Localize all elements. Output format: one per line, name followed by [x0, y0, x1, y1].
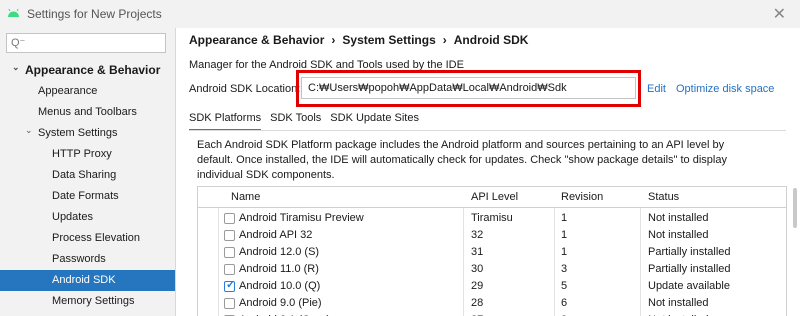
row-checkbox[interactable]	[224, 264, 235, 275]
row-checkbox[interactable]	[224, 298, 235, 309]
edit-link[interactable]: Edit	[647, 83, 666, 95]
sidebar-item-passwords[interactable]: Passwords	[0, 249, 175, 270]
cell-status: Not installed	[648, 312, 709, 316]
title-bar: Settings for New Projects ✕	[0, 0, 800, 28]
column-header-name[interactable]: Name	[231, 187, 260, 207]
sdk-location-label: Android SDK Location:	[189, 83, 301, 95]
cell-status: Not installed	[648, 229, 709, 241]
cell-revision: 3	[561, 312, 567, 316]
cell-revision: 5	[561, 280, 568, 292]
breadcrumb: Appearance & Behavior › System Settings › An…	[189, 33, 528, 47]
sidebar-item-android-sdk[interactable]: Android SDK	[0, 270, 175, 291]
row-checkbox[interactable]	[224, 230, 235, 241]
cell-revision: 3	[561, 263, 568, 275]
optimize-disk-space-link[interactable]: Optimize disk space	[676, 83, 774, 95]
tab-sdk-platforms[interactable]: SDK Platforms	[189, 108, 262, 131]
table-row[interactable]: ✓ Android 10.0 (Q) 29 5 Update available	[198, 278, 786, 295]
sidebar-item-updates[interactable]: Updates	[0, 207, 175, 228]
sidebar-item-label: Appearance & Behavior	[25, 63, 161, 77]
breadcrumb-item: System Settings	[342, 33, 436, 47]
tab-sdk-update-sites[interactable]: SDK Update Sites	[330, 108, 419, 129]
sdk-platforms-table: Name API Level Revision Status Android T…	[197, 186, 787, 316]
table-row[interactable]: Android 9.0 (Pie) 28 6 Not installed	[198, 295, 786, 312]
close-icon[interactable]: ✕	[773, 4, 786, 24]
sidebar-item-label: System Settings	[38, 127, 118, 139]
cell-revision: 1	[561, 229, 568, 241]
cell-name: Android 12.0 (S)	[239, 246, 320, 258]
row-checkbox[interactable]	[224, 213, 235, 224]
sidebar-item-label: HTTP Proxy	[52, 148, 112, 160]
platforms-description: Each Android SDK Platform package includ…	[197, 139, 727, 181]
table-header: Name API Level Revision Status	[198, 187, 786, 208]
cell-status: Not installed	[648, 212, 709, 224]
breadcrumb-separator: ›	[331, 33, 336, 47]
settings-content: Appearance & Behavior › System Settings › An…	[176, 28, 800, 316]
settings-sidebar: Q⁻ ⌄ Appearance & Behavior Appearance Menus…	[0, 28, 176, 316]
sidebar-item-http-proxy[interactable]: HTTP Proxy	[0, 144, 175, 165]
sidebar-item-data-sharing[interactable]: Data Sharing	[0, 165, 175, 186]
sidebar-item-label: Memory Settings	[52, 295, 135, 307]
table-row[interactable]: Android 12.0 (S) 31 1 Partially installed	[198, 244, 786, 261]
android-studio-icon	[8, 8, 19, 17]
sidebar-item-date-formats[interactable]: Date Formats	[0, 186, 175, 207]
search-input[interactable]: Q⁻	[6, 33, 166, 53]
cell-status: Update available	[648, 280, 730, 292]
search-icon: Q⁻	[11, 37, 26, 49]
sidebar-item-label: Data Sharing	[52, 169, 117, 181]
sidebar-item-process-elevation[interactable]: Process Elevation	[0, 228, 175, 249]
sidebar-item-label: Passwords	[52, 253, 106, 265]
row-checkbox[interactable]: ✓	[224, 279, 236, 292]
cell-name: Android 11.0 (R)	[239, 263, 319, 275]
sidebar-item-label: Updates	[52, 211, 93, 223]
window-title: Settings for New Projects	[27, 7, 162, 21]
sidebar-item-memory-settings[interactable]: Memory Settings	[0, 291, 175, 312]
red-highlight-box	[296, 70, 641, 107]
cell-name: Android 10.0 (Q)	[239, 280, 321, 292]
table-row[interactable]: Android Tiramisu Preview Tiramisu 1 Not ins…	[198, 210, 786, 227]
checkmark-icon: ✓	[226, 279, 236, 291]
cell-status: Partially installed	[648, 246, 731, 258]
expand-arrow-icon[interactable]: ⌄	[25, 120, 33, 141]
sidebar-item-appearance-behavior[interactable]: ⌄ Appearance & Behavior	[0, 60, 175, 81]
cell-revision: 6	[561, 297, 568, 309]
cell-api-level: 30	[471, 263, 484, 275]
breadcrumb-item: Appearance & Behavior	[189, 33, 325, 47]
tab-sdk-tools[interactable]: SDK Tools	[270, 108, 321, 129]
cell-name: Android Tiramisu Preview	[239, 212, 364, 224]
sidebar-item-label: Date Formats	[52, 190, 119, 202]
sdk-tabs: SDK Platforms SDK Tools SDK Update Sites	[189, 108, 428, 131]
cell-api-level: Tiramisu	[471, 212, 513, 224]
cell-name: Android 8.1 (Oreo)	[239, 312, 330, 316]
sidebar-item-appearance[interactable]: Appearance	[0, 81, 175, 102]
expand-arrow-icon[interactable]: ⌄	[12, 57, 20, 78]
row-checkbox[interactable]	[224, 247, 235, 258]
sidebar-item-label: Process Elevation	[52, 232, 141, 244]
cell-revision: 1	[561, 246, 568, 258]
column-header-revision[interactable]: Revision	[561, 187, 603, 207]
column-header-api-level[interactable]: API Level	[471, 187, 518, 207]
breadcrumb-item: Android SDK	[453, 33, 529, 47]
cell-api-level: 28	[471, 297, 484, 309]
cell-api-level: 29	[471, 280, 484, 292]
table-row[interactable]: Android 8.1 (Oreo) 27 3 Not installed	[198, 312, 786, 316]
cell-api-level: 31	[471, 246, 484, 258]
cell-revision: 1	[561, 212, 568, 224]
column-header-status[interactable]: Status	[648, 187, 679, 207]
cell-status: Partially installed	[648, 263, 731, 275]
breadcrumb-separator: ›	[442, 33, 447, 47]
cell-api-level: 27	[471, 312, 483, 316]
table-row[interactable]: Android API 32 32 1 Not installed	[198, 227, 786, 244]
sidebar-item-label: Appearance	[38, 85, 98, 97]
tab-divider	[189, 130, 786, 131]
table-scrollbar[interactable]	[792, 188, 798, 308]
cell-api-level: 32	[471, 229, 484, 241]
cell-name: Android 9.0 (Pie)	[239, 297, 322, 309]
table-row[interactable]: Android 11.0 (R) 30 3 Partially installed	[198, 261, 786, 278]
cell-name: Android API 32	[239, 229, 313, 241]
cell-status: Not installed	[648, 297, 709, 309]
sidebar-item-label: Android SDK	[52, 274, 116, 286]
sidebar-item-system-settings[interactable]: ⌄ System Settings	[0, 123, 175, 144]
sidebar-item-label: Menus and Toolbars	[38, 106, 137, 118]
